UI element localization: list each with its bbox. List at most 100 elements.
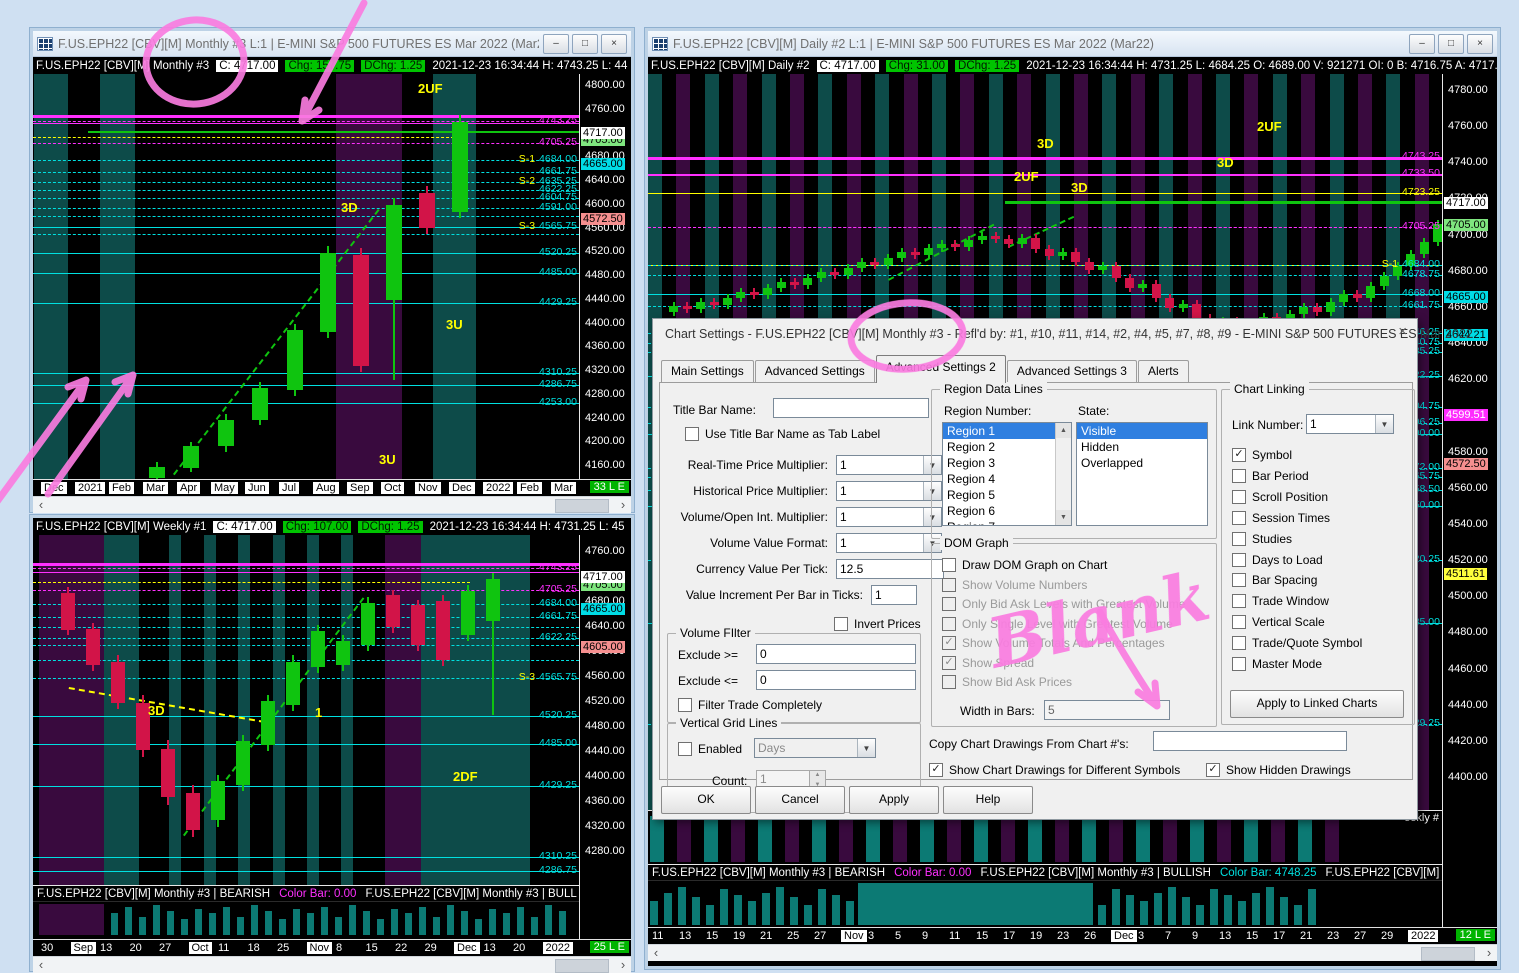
checkbox-grid-enabled[interactable]: Enabled <box>678 742 742 756</box>
time-axis-label[interactable]: 29 <box>1381 930 1393 942</box>
time-axis-weekly[interactable]: 25 L E 30 Sep 13 20 27 Oct 11 18 25 Nov 8 15 22 29 Dec… <box>33 939 631 956</box>
time-axis-label[interactable]: Apr <box>177 482 201 494</box>
time-axis-label[interactable]: Nov <box>306 942 333 954</box>
time-axis-label[interactable]: Dec <box>41 482 67 494</box>
checkbox-box[interactable]: ✓ <box>1206 763 1220 777</box>
time-axis-label[interactable]: 11 <box>949 930 960 942</box>
time-axis-label[interactable]: 25 <box>787 930 799 942</box>
checkbox-box[interactable] <box>1232 594 1246 609</box>
checkbox-box[interactable] <box>1232 531 1246 546</box>
time-axis-label[interactable]: Oct <box>188 942 212 954</box>
time-axis-label[interactable]: 15 <box>366 942 378 954</box>
checkbox-box[interactable] <box>942 558 956 572</box>
time-axis-label[interactable]: 3 <box>1138 930 1144 942</box>
time-axis-label[interactable]: 30 <box>41 942 53 954</box>
checkbox-invert-prices[interactable]: Invert Prices <box>834 617 921 631</box>
dialog-close-icon[interactable]: × <box>1398 323 1407 340</box>
copy-drawings-input[interactable] <box>1153 731 1347 751</box>
region-number-list[interactable]: Region 1 Region 2 Region 3 Region 4 Region 5… <box>942 422 1072 526</box>
value-increment-per-bar-in-ticks-input[interactable] <box>871 585 917 605</box>
time-axis-monthly[interactable]: 33 L E Dec 2021 Feb Mar Apr May Jun Jul Aug Sep Oc… <box>33 479 631 496</box>
time-axis-label[interactable]: 9 <box>1192 930 1198 942</box>
time-axis-label[interactable]: 2022 <box>483 482 514 494</box>
time-axis-label[interactable]: 17 <box>1003 930 1015 942</box>
time-axis-label[interactable]: 2022 <box>542 942 573 954</box>
checkbox-box[interactable] <box>1232 489 1246 504</box>
time-axis-label[interactable]: Jul <box>279 482 300 494</box>
time-axis-label[interactable]: 11 <box>652 930 663 942</box>
time-axis-label[interactable]: 23 <box>1327 930 1339 942</box>
time-axis-label[interactable]: 17 <box>1273 930 1285 942</box>
time-axis-label[interactable]: 11 <box>218 942 229 954</box>
checkbox-studies[interactable]: Studies <box>1232 531 1292 546</box>
time-axis-label[interactable]: 15 <box>1246 930 1258 942</box>
link-number-dropdown[interactable]: 1 ▼ <box>1306 414 1394 434</box>
time-axis-label[interactable]: Sep <box>347 482 373 494</box>
checkbox-scroll-position[interactable]: Scroll Position <box>1232 489 1328 504</box>
time-axis-label[interactable]: 22 <box>395 942 407 954</box>
checkbox-box[interactable] <box>1232 636 1246 651</box>
checkbox-vertical-scale[interactable]: Vertical Scale <box>1232 615 1325 630</box>
checkbox-bar-spacing[interactable]: Bar Spacing <box>1232 573 1317 588</box>
time-axis-label[interactable]: 3 <box>868 930 874 942</box>
time-axis-label[interactable]: 18 <box>248 942 260 954</box>
list-item-region-3[interactable]: Region 3 <box>943 455 1055 471</box>
time-axis-label[interactable]: 13 <box>484 942 496 954</box>
checkbox-box[interactable] <box>1232 657 1246 671</box>
time-axis-label[interactable]: 20 <box>513 942 525 954</box>
time-axis-label[interactable]: 27 <box>1354 930 1366 942</box>
time-axis-label[interactable]: 25 <box>277 942 289 954</box>
tab-advanced-settings[interactable]: Advanced Settings <box>754 360 875 383</box>
checkbox-trade-quote-symbol[interactable]: Trade/Quote Symbol <box>1232 636 1362 651</box>
time-axis-label[interactable]: 7 <box>1165 930 1171 942</box>
volume-value-format-dropdown[interactable]: 1 ▼ <box>836 533 942 553</box>
scroll-right-arrow[interactable]: › <box>615 497 631 513</box>
titlebar-monthly[interactable]: F.US.EPH22 [CBV][M] Monthly #3 L:1 | E-M… <box>33 31 631 57</box>
checkbox-box[interactable]: ✓ <box>1232 448 1246 462</box>
list-scrollbar[interactable]: ▲ ▼ <box>1055 423 1071 525</box>
list-item-region-2[interactable]: Region 2 <box>943 439 1055 455</box>
time-axis-label[interactable]: 20 <box>130 942 142 954</box>
checkbox-box[interactable]: ✓ <box>929 763 943 777</box>
time-axis-label[interactable]: 5 <box>895 930 901 942</box>
time-axis-daily[interactable]: 12 L E 11 13 15 19 21 25 27 Nov 3 5 9 11 15 17 19 23 26 D… <box>648 927 1497 944</box>
close-button[interactable]: × <box>1467 33 1493 54</box>
horizontal-scrollbar[interactable]: ‹ › <box>648 944 1497 961</box>
tab-advanced-settings-3[interactable]: Advanced Settings 3 <box>1006 360 1137 383</box>
exclude-le-input[interactable] <box>756 670 916 690</box>
ok-button[interactable]: OK <box>661 786 751 814</box>
state-list[interactable]: Visible Hidden Overlapped <box>1076 422 1208 526</box>
price-chart-monthly[interactable]: 4743.25 4705.25 S-1 4684.00 4661.75 S-2 4635.2… <box>33 74 579 479</box>
list-item-region-4[interactable]: Region 4 <box>943 471 1055 487</box>
currency-value-per-tick-input[interactable] <box>836 559 944 579</box>
time-axis-label[interactable]: Mar <box>551 482 576 494</box>
time-axis-label[interactable]: Aug <box>313 482 339 494</box>
time-axis-label[interactable]: Dec <box>454 942 480 954</box>
time-axis-label[interactable]: 13 <box>100 942 112 954</box>
title-bar-name-input[interactable] <box>773 398 929 418</box>
tab-advanced-settings-2[interactable]: Advanced Settings 2 <box>875 355 1006 383</box>
checkbox-box[interactable] <box>1232 468 1246 483</box>
time-axis-label[interactable]: 27 <box>159 942 171 954</box>
checkbox-show-chart-drawings-different-symbols[interactable]: ✓ Show Chart Drawings for Different Symb… <box>929 763 1180 777</box>
list-item-region-6[interactable]: Region 6 <box>943 503 1055 519</box>
historical-price-multiplier-dropdown[interactable]: 1 ▼ <box>836 481 942 501</box>
minimize-button[interactable]: – <box>1409 33 1435 54</box>
scroll-left-arrow[interactable]: ‹ <box>33 497 49 513</box>
horizontal-scrollbar[interactable]: ‹ › <box>33 496 631 513</box>
scroll-down-icon[interactable]: ▼ <box>1056 510 1071 525</box>
checkbox-box[interactable] <box>678 698 692 712</box>
time-axis-label[interactable]: Dec <box>449 482 475 494</box>
checkbox-box[interactable] <box>685 427 699 441</box>
cancel-button[interactable]: Cancel <box>755 786 845 814</box>
time-axis-label[interactable]: May <box>211 482 238 494</box>
spinner-up-icon[interactable]: ▲ <box>810 771 825 781</box>
checkbox-symbol[interactable]: ✓ Symbol <box>1232 448 1292 462</box>
price-scale-monthly[interactable]: 4800.004760.004720.004680.004640.004600.… <box>579 74 631 479</box>
checkbox-master-mode[interactable]: Master Mode <box>1232 657 1322 671</box>
exclude-ge-input[interactable] <box>756 644 916 664</box>
real-time-price-multiplier-dropdown[interactable]: 1 ▼ <box>836 455 942 475</box>
checkbox-box[interactable] <box>834 617 848 631</box>
checkbox-use-title-bar-name[interactable]: Use Title Bar Name as Tab Label <box>685 427 880 441</box>
time-axis-label[interactable]: 21 <box>1300 930 1312 942</box>
